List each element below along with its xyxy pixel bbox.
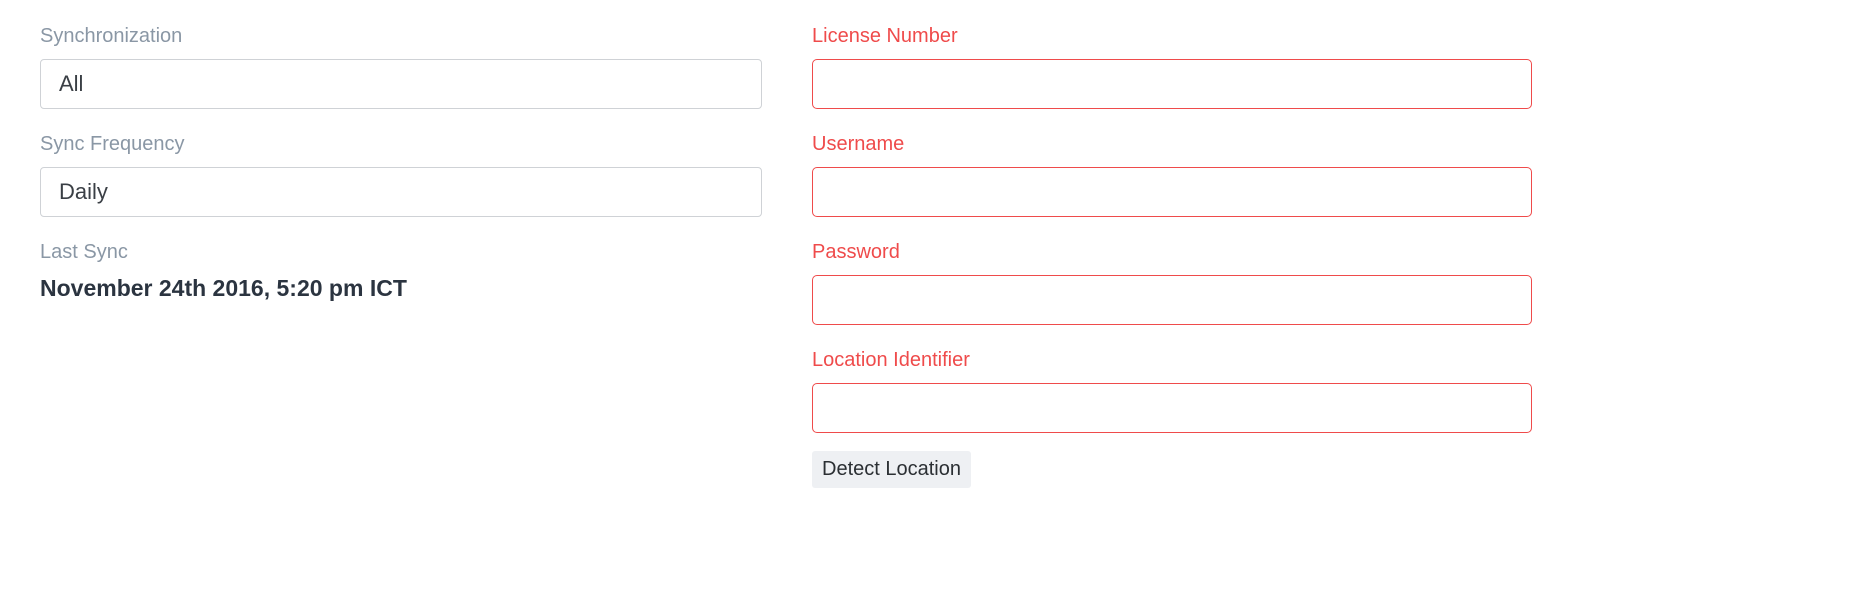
license-number-input[interactable] (812, 59, 1532, 109)
last-sync-label: Last Sync (40, 241, 128, 263)
password-input[interactable] (812, 275, 1532, 325)
sync-frequency-select[interactable]: Daily (40, 167, 762, 217)
last-sync-value: November 24th 2016, 5:20 pm ICT (40, 275, 407, 301)
sync-frequency-label: Sync Frequency (40, 133, 185, 155)
sync-settings-form: Synchronization All Sync Frequency Daily… (0, 0, 1856, 600)
sync-settings-column: Synchronization All Sync Frequency Daily… (40, 24, 762, 302)
location-identifier-input[interactable] (812, 383, 1532, 433)
password-label: Password (812, 241, 900, 263)
license-number-label: License Number (812, 25, 958, 47)
credentials-column: License Number Username Password Locatio… (812, 24, 1532, 456)
username-input[interactable] (812, 167, 1532, 217)
synchronization-label: Synchronization (40, 25, 183, 47)
location-identifier-label: Location Identifier (812, 349, 970, 371)
sync-frequency-selected-value: Daily (59, 179, 108, 204)
detect-location-button[interactable]: Detect Location (812, 451, 971, 488)
synchronization-select[interactable]: All (40, 59, 762, 109)
username-label: Username (812, 133, 905, 155)
synchronization-selected-value: All (59, 71, 84, 96)
